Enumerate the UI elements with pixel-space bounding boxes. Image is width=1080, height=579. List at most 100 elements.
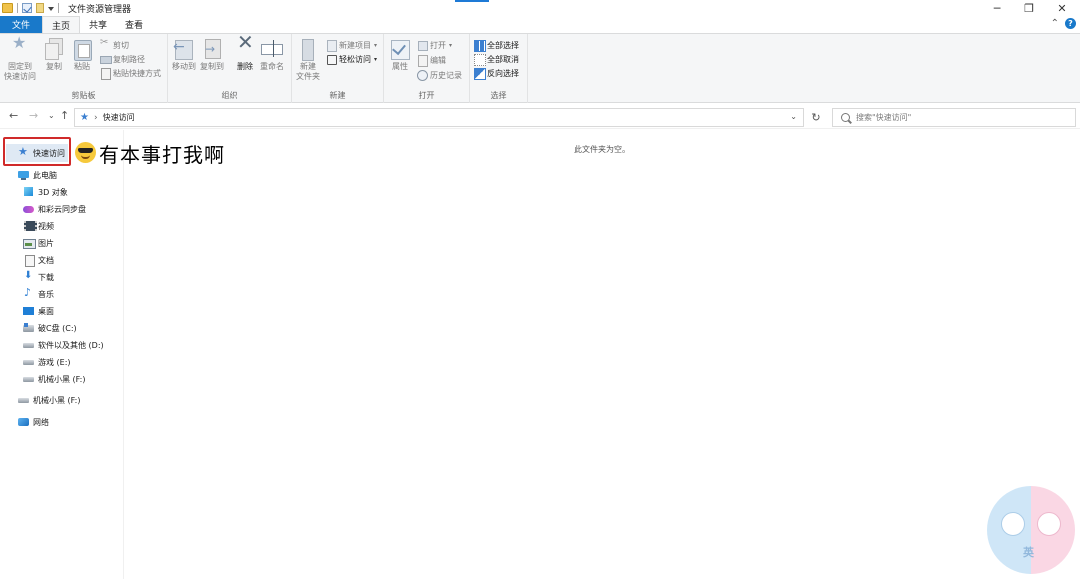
delete-x-icon [234, 37, 256, 60]
nav-item-music[interactable]: 音乐 [23, 286, 54, 302]
minimize-button[interactable]: ─ [980, 0, 1014, 16]
chevron-down-icon: ▾ [449, 41, 453, 49]
documents-icon [23, 255, 35, 267]
nav-item-this-pc[interactable]: 此电脑 [18, 167, 57, 183]
pin-to-quick-access-button[interactable]: 固定到 快速访问 [4, 38, 36, 82]
recent-locations-chevron-icon[interactable]: ⌄ [48, 111, 55, 120]
edit-button[interactable]: 编辑 [417, 54, 446, 67]
nav-item-label: 桌面 [38, 306, 54, 316]
history-label: 历史记录 [430, 70, 462, 80]
back-arrow-icon[interactable]: ← [9, 109, 18, 122]
search-box[interactable] [832, 108, 1076, 127]
window-title: 文件资源管理器 [68, 5, 132, 15]
address-bar[interactable]: ★ › 快速访问 ⌄ [74, 108, 804, 127]
select-none-button[interactable]: 全部取消 [474, 53, 519, 66]
copy-path-label: 复制路径 [113, 54, 145, 64]
select-none-label: 全部取消 [487, 54, 519, 64]
nav-item-label: 软件以及其他 (D:) [38, 340, 104, 350]
copy-to-button[interactable]: 复制到 [200, 38, 224, 72]
quick-access-toolbar [2, 2, 59, 14]
tab-file[interactable]: 文件 [0, 16, 43, 33]
new-item-label: 新建项目 [339, 40, 371, 50]
customize-toolbar-chevron-icon[interactable] [48, 7, 54, 11]
nav-item-network[interactable]: 网络 [18, 414, 49, 430]
nav-item-videos[interactable]: 视频 [23, 218, 54, 234]
help-icon[interactable]: ? [1065, 18, 1076, 29]
copy-button[interactable]: 复制 [43, 38, 65, 72]
rename-button[interactable]: 重命名 [260, 38, 284, 72]
nav-item-removable-f[interactable]: 机械小黑 (F:) [18, 392, 80, 408]
nav-item-drive-f[interactable]: 机械小黑 (F:) [23, 371, 85, 387]
forward-arrow-icon[interactable]: → [29, 109, 38, 122]
tab-share[interactable]: 共享 [80, 16, 116, 33]
open-button[interactable]: 打开 ▾ [417, 39, 452, 51]
new-group-label: 新建 [329, 91, 346, 100]
close-button[interactable]: ✕ [1045, 0, 1079, 16]
cloud-icon [23, 204, 34, 214]
organize-group: 移动到 复制到 删除 重命名 组织 [168, 34, 292, 103]
cut-button[interactable]: 剪切 [100, 37, 129, 51]
refresh-button[interactable]: ↻ [806, 108, 826, 127]
history-button[interactable]: 历史记录 [417, 69, 462, 81]
invert-selection-label: 反向选择 [487, 68, 519, 78]
tab-view[interactable]: 查看 [116, 16, 152, 33]
nav-item-cloud-sync[interactable]: 和彩云同步盘 [23, 201, 86, 217]
invert-selection-button[interactable]: 反向选择 [474, 67, 519, 80]
nav-item-label: 此电脑 [33, 170, 57, 180]
new-folder-button[interactable]: 新建 文件夹 [296, 38, 320, 82]
paste-button[interactable]: 粘贴 [71, 38, 93, 72]
ribbon-right-controls: ⌃ ? [1051, 18, 1076, 29]
address-dropdown-chevron-icon[interactable]: ⌄ [790, 112, 797, 121]
nav-item-desktop[interactable]: 桌面 [23, 303, 54, 319]
nav-item-pictures[interactable]: 图片 [23, 235, 54, 251]
nav-item-label: 和彩云同步盘 [38, 204, 86, 214]
paste-shortcut-button[interactable]: 粘贴快捷方式 [100, 67, 161, 80]
new-group: 新建 文件夹 新建项目 ▾ 轻松访问 ▾ 新建 [292, 34, 384, 103]
copy-to-label: 复制到 [200, 62, 224, 71]
ribbon: 固定到 快速访问 复制 粘贴 剪切 复制路径 粘贴快捷方式 [0, 33, 1080, 103]
easy-access-icon [326, 54, 337, 65]
maximize-button[interactable]: ❐ [1012, 0, 1046, 16]
breadcrumb-chevron-icon[interactable]: › [94, 113, 98, 123]
nav-item-3d-objects[interactable]: 3D 对象 [23, 184, 68, 200]
move-to-button[interactable]: 移动到 [172, 38, 196, 72]
nav-item-label: 机械小黑 (F:) [38, 374, 86, 384]
easy-access-button[interactable]: 轻松访问 ▾ [326, 53, 377, 65]
select-all-button[interactable]: 全部选择 [474, 39, 519, 52]
nav-item-label: 3D 对象 [38, 187, 68, 197]
properties-check-icon[interactable] [22, 3, 32, 13]
paste-shortcut-label: 粘贴快捷方式 [113, 68, 161, 78]
tab-home[interactable]: 主页 [42, 16, 81, 33]
nav-item-quick-access[interactable]: 快速访问 [18, 145, 65, 161]
nav-item-drive-d[interactable]: 软件以及其他 (D:) [23, 337, 104, 353]
system-drive-icon [23, 323, 34, 333]
nav-item-drive-e[interactable]: 游戏 (E:) [23, 354, 71, 370]
quick-access-star-icon [18, 145, 29, 158]
refresh-icon: ↻ [811, 111, 821, 124]
collapse-ribbon-chevron-icon[interactable]: ⌃ [1051, 18, 1059, 29]
new-item-button[interactable]: 新建项目 ▾ [326, 39, 377, 52]
nav-item-label: 游戏 (E:) [38, 357, 71, 367]
paste-shortcut-icon [100, 68, 111, 80]
nav-item-drive-c[interactable]: 破C盘 (C:) [23, 320, 77, 336]
nav-item-label: 机械小黑 (F:) [33, 395, 81, 405]
up-arrow-icon[interactable]: ↑ [60, 109, 69, 122]
organize-group-label: 组织 [221, 91, 238, 100]
properties-button[interactable]: 属性 [389, 38, 411, 72]
folder-app-icon[interactable] [2, 3, 13, 13]
properties-icon [389, 38, 411, 60]
watermark-logo: 英 [987, 486, 1075, 574]
breadcrumb-current[interactable]: 快速访问 [103, 112, 135, 123]
pin-label-line1: 固定到 [8, 62, 32, 71]
nav-item-documents[interactable]: 文档 [23, 252, 54, 268]
divider [17, 3, 18, 13]
delete-button[interactable]: 删除 [234, 37, 256, 72]
select-group: 全部选择 全部取消 反向选择 选择 [470, 34, 528, 103]
new-folder-icon[interactable] [36, 3, 44, 13]
nav-item-label: 视频 [38, 221, 54, 231]
scissors-icon [100, 37, 110, 50]
search-input[interactable] [856, 113, 1056, 122]
nav-item-downloads[interactable]: 下载 [23, 269, 54, 285]
rename-label: 重命名 [260, 62, 284, 71]
copy-path-button[interactable]: 复制路径 [100, 53, 145, 65]
